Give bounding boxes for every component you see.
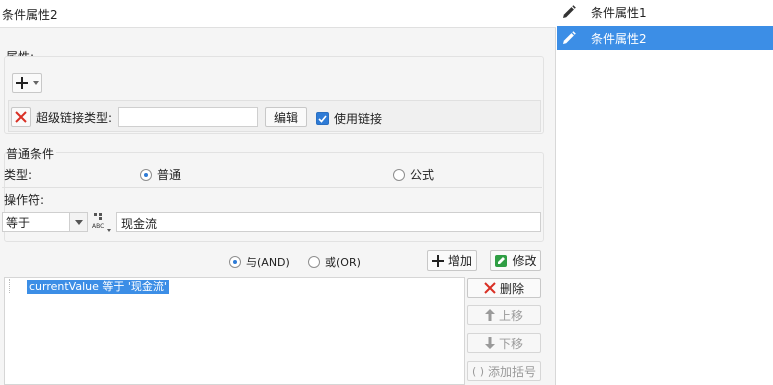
type-option-formula[interactable]: 公式 — [393, 166, 434, 183]
delete-label: 删除 — [499, 281, 524, 296]
pencil-icon — [557, 26, 581, 50]
list-item-label: 条件属性2 — [591, 31, 647, 46]
condition-list[interactable]: currentValue 等于 '现金流' — [4, 277, 465, 385]
logic-or-label: 或(OR) — [325, 256, 361, 269]
add-condition-button[interactable]: 增加 — [427, 250, 477, 271]
use-link-label: 使用链接 — [334, 112, 383, 126]
logic-and-option[interactable]: 与(AND) — [229, 254, 290, 270]
add-bracket-button[interactable]: ( ) 添加括号 — [467, 361, 541, 381]
type-option-normal-label: 普通 — [157, 168, 182, 182]
radio-unselected-icon — [393, 168, 405, 181]
panel-title: 条件属性2 — [2, 8, 58, 22]
use-link-checkbox[interactable]: 使用链接 — [316, 110, 382, 127]
chevron-down-icon — [33, 81, 39, 85]
edit-button-label: 编辑 — [273, 110, 298, 125]
operator-label: 操作符: — [4, 193, 45, 207]
radio-selected-icon — [140, 168, 152, 181]
close-icon — [15, 111, 27, 123]
checkbox-checked-icon — [316, 112, 329, 125]
condition-properties-list: 条件属性1 条件属性2 — [557, 0, 773, 385]
bracket-icon: ( ) — [471, 364, 485, 378]
list-item-condition-2[interactable]: 条件属性2 — [557, 26, 773, 50]
modify-condition-label: 修改 — [512, 254, 537, 268]
remove-property-button[interactable] — [11, 107, 31, 127]
type-option-formula-label: 公式 — [410, 168, 435, 182]
pencil-icon — [557, 0, 581, 24]
move-down-button[interactable]: 下移 — [467, 333, 541, 353]
add-bracket-label: 添加括号 — [488, 364, 537, 379]
divider — [2, 187, 542, 188]
close-icon — [484, 282, 496, 294]
list-item-condition-1[interactable]: 条件属性1 — [557, 0, 773, 24]
hyperlink-type-field[interactable] — [118, 107, 258, 127]
type-label: 类型: — [4, 168, 33, 182]
svg-text:ABC: ABC — [92, 223, 104, 230]
condition-editor-panel: 条件属性2 属性: 超级链接类型: 编辑 使用链接 普通条件 类型: 普通 — [0, 0, 556, 385]
hyperlink-type-label: 超级链接类型: — [36, 111, 113, 125]
tree-guide — [9, 279, 23, 293]
plus-icon — [431, 254, 444, 267]
condition-value-text: 现金流 — [121, 217, 158, 231]
operator-select[interactable]: 等于 — [2, 212, 88, 232]
radio-unselected-icon — [308, 256, 320, 268]
edit-button[interactable]: 编辑 — [265, 107, 307, 127]
abc-text-icon: ABC — [92, 213, 111, 232]
modify-icon — [495, 254, 508, 267]
logic-and-label: 与(AND) — [246, 256, 290, 269]
logic-or-option[interactable]: 或(OR) — [308, 254, 361, 270]
condition-value-field[interactable]: 现金流 — [116, 212, 541, 232]
add-property-dropdown-button[interactable] — [12, 73, 42, 93]
delete-condition-button[interactable]: 删除 — [467, 278, 541, 298]
move-up-label: 上移 — [498, 308, 523, 323]
condition-item-selected[interactable]: currentValue 等于 '现金流' — [27, 280, 169, 294]
value-type-dropdown-button[interactable]: ABC — [91, 211, 113, 233]
move-down-label: 下移 — [498, 336, 523, 351]
chevron-down-icon — [69, 213, 87, 231]
panel-title-bar: 条件属性2 — [0, 0, 556, 28]
arrow-down-icon — [484, 337, 495, 349]
move-up-button[interactable]: 上移 — [467, 305, 541, 325]
type-option-normal[interactable]: 普通 — [140, 166, 181, 183]
common-condition-section-label: 普通条件 — [6, 145, 57, 162]
plus-icon — [16, 77, 28, 89]
operator-value: 等于 — [6, 215, 31, 230]
arrow-up-icon — [484, 309, 495, 321]
radio-selected-icon — [229, 256, 241, 268]
modify-condition-button[interactable]: 修改 — [490, 250, 541, 271]
list-item-label: 条件属性1 — [591, 5, 647, 20]
add-condition-label: 增加 — [447, 254, 472, 268]
